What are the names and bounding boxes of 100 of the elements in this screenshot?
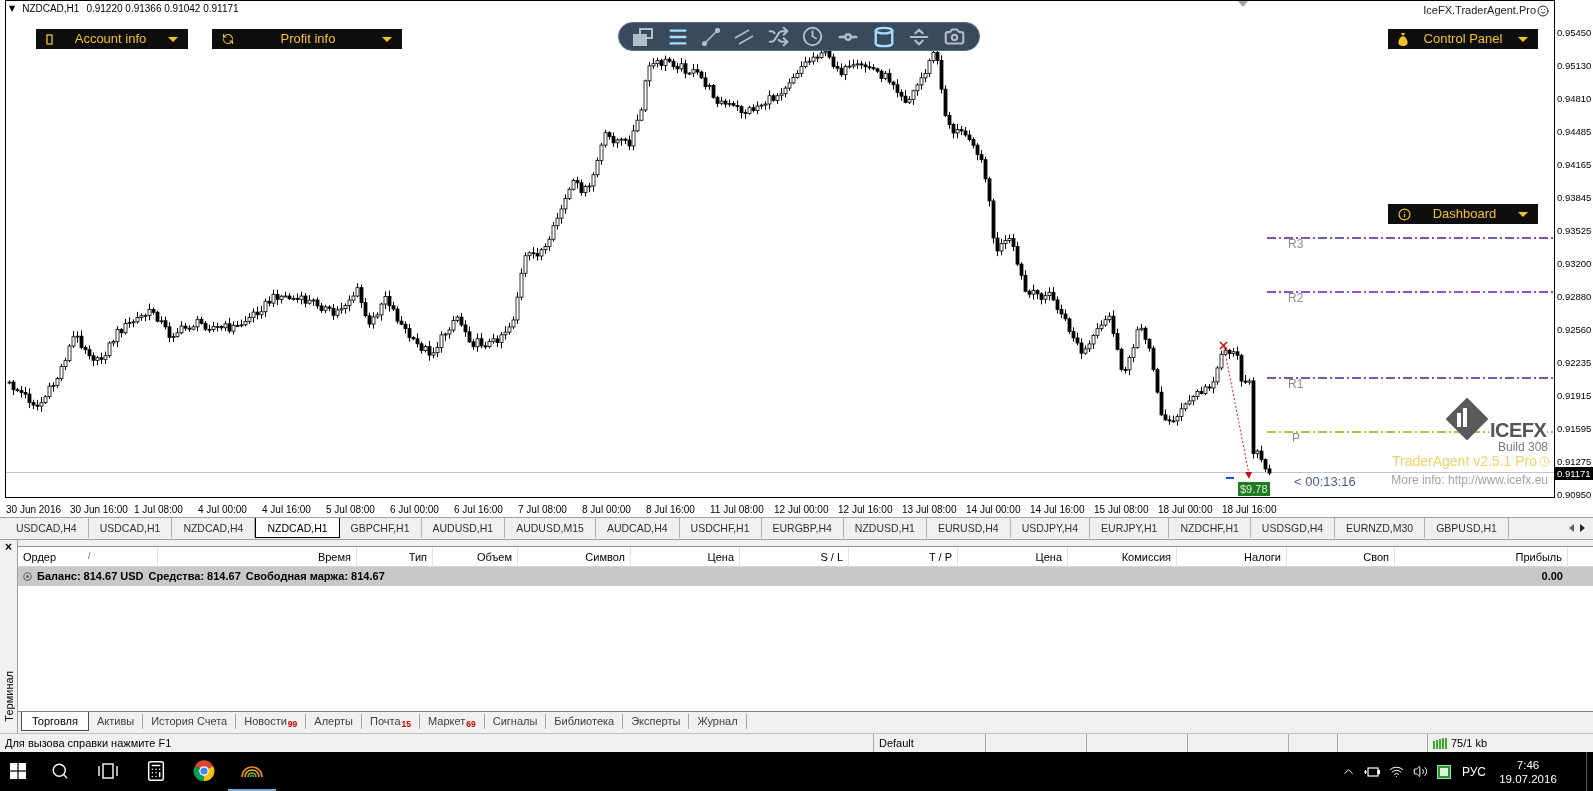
diagonal-line-icon[interactable]	[702, 27, 721, 46]
time-label: 4 Jul 16:00	[262, 504, 311, 515]
chart-symbol: NZDCAD,H1	[22, 3, 80, 15]
price-label: 0.92235	[1557, 357, 1592, 368]
camera-icon[interactable]	[943, 26, 965, 47]
wifi-icon[interactable]	[1388, 764, 1404, 779]
time-label: 7 Jul 08:00	[518, 504, 567, 515]
chart-tab[interactable]: AUDUSD,M15	[505, 518, 596, 538]
chart-tab[interactable]: USDCHF,H1	[679, 518, 762, 538]
order-marker	[1226, 477, 1234, 479]
chart-tab[interactable]: USDCAD,H4	[5, 518, 89, 538]
triangle-right-icon[interactable]	[1580, 524, 1585, 532]
chart-tab[interactable]: USDJPY,H4	[1010, 518, 1091, 538]
clock-icon[interactable]	[802, 26, 824, 47]
battery-icon[interactable]	[1364, 766, 1380, 777]
terminal-tab[interactable]: Алерты	[306, 714, 362, 729]
pivot-label: R1	[1288, 378, 1304, 391]
chart-tab[interactable]: GBPUSD,H1	[1425, 518, 1509, 538]
clock[interactable]: 7:46 19.07.2016	[1492, 757, 1564, 786]
time-label: 12 Jul 00:00	[774, 504, 829, 515]
price-label: 0.92560	[1557, 324, 1592, 335]
panel-dropdown[interactable]: Profit info	[212, 29, 402, 49]
tile-icon[interactable]	[1437, 764, 1451, 779]
terminal-tab[interactable]: Торговля	[21, 712, 89, 731]
cylinder-icon[interactable]	[872, 25, 895, 48]
panel-dropdown[interactable]: Control Panel	[1388, 29, 1538, 49]
time-label: 8 Jul 00:00	[582, 504, 631, 515]
parallel-lines-icon[interactable]	[733, 28, 754, 45]
version-text: TraderAgent v2.5.1 Pro	[1392, 454, 1537, 469]
account-summary-item: Баланс: 814.67 USD	[37, 569, 144, 585]
status-help-text: Для вызова справки нажмите F1	[5, 736, 172, 749]
more-info-text: More info: http://www.icefx.eu	[1391, 474, 1548, 487]
price-label: 0.91595	[1557, 423, 1592, 434]
chart-tab[interactable]: NZDCAD,H1	[255, 518, 340, 538]
refresh-icon	[222, 33, 234, 45]
pivot-label: R2	[1288, 292, 1304, 305]
chart-tab[interactable]: EURJPY,H1	[1090, 518, 1170, 538]
terminal-tab[interactable]: Эксперты	[623, 714, 690, 729]
task-view-icon	[98, 762, 118, 779]
info-icon	[1398, 207, 1411, 221]
volume-icon[interactable]	[1412, 764, 1428, 779]
circle-logo-icon	[193, 759, 215, 782]
chart-ohlc: 0.91220 0.91366 0.91042 0.91171	[86, 3, 239, 15]
terminal-tab[interactable]: Журнал	[689, 714, 747, 729]
money-bag-icon	[1398, 32, 1408, 46]
chart-tab[interactable]: EURNZD,M30	[1335, 518, 1426, 538]
profit-total: 0.00	[1541, 569, 1563, 585]
traffic-counter: 75/1 kb	[1451, 735, 1488, 751]
time-label: 14 Jul 16:00	[1030, 504, 1085, 515]
chart-tab[interactable]: EURGBP,H4	[761, 518, 844, 538]
price-label: 0.95130	[1557, 60, 1592, 71]
time-label: 8 Jul 16:00	[646, 504, 695, 515]
panel-title: Терминал	[2, 671, 15, 722]
language-indicator[interactable]: РУС	[1462, 762, 1486, 781]
pivot-label: R3	[1288, 238, 1304, 251]
panel-dropdown[interactable]: Dashboard	[1388, 204, 1538, 224]
price-label: 0.90950	[1557, 489, 1592, 500]
pivot-label: P	[1292, 432, 1300, 445]
profit-tag: $9.78	[1238, 482, 1270, 496]
price-label: 0.94485	[1557, 126, 1592, 137]
unread-count: 15	[401, 720, 411, 729]
panel-dropdown[interactable]: Account info	[36, 29, 188, 49]
chart-tab[interactable]: EURUSD,H4	[926, 518, 1011, 538]
stacked-windows-icon[interactable]	[633, 27, 653, 46]
price-label: 0.92880	[1557, 291, 1592, 302]
shift-marker-icon[interactable]	[1238, 1, 1248, 7]
calculator-icon	[145, 759, 167, 782]
price-label: 0.91275	[1557, 456, 1592, 467]
collapse-marker[interactable]: ▼	[9, 3, 16, 15]
triangle-left-icon[interactable]	[1569, 524, 1574, 532]
close-button[interactable]: ×	[5, 541, 12, 553]
current-price-tag: 0.91171	[1555, 467, 1593, 480]
unread-count: 69	[466, 720, 476, 729]
time-label: 13 Jul 08:00	[902, 504, 957, 515]
caret-down-icon	[1518, 36, 1528, 42]
account-summary-item: Свободная маржа: 814.67	[245, 569, 385, 585]
chart-tab[interactable]: USDSGD,H4	[1250, 518, 1336, 538]
terminal-tab[interactable]: Сигналы	[484, 714, 547, 729]
unread-count: 99	[287, 720, 298, 729]
time-label: 15 Jul 08:00	[1094, 504, 1149, 515]
price-label: 0.94810	[1557, 93, 1592, 104]
terminal-tab[interactable]: Библиотека	[546, 714, 624, 729]
caret-down-icon	[168, 36, 178, 42]
terminal-tab[interactable]: История Счета	[143, 714, 237, 729]
caret-down-icon	[1518, 211, 1528, 217]
search-icon	[51, 761, 69, 780]
rectangle-icon	[46, 33, 53, 45]
price-label: 0.94165	[1557, 159, 1592, 170]
price-label: 0.93845	[1557, 192, 1592, 203]
chart-tab[interactable]: GBPCHF,H1	[339, 518, 422, 538]
chart-tab[interactable]: AUDCAD,H4	[595, 518, 680, 538]
chart-tab[interactable]: AUDUSD,H1	[421, 518, 506, 538]
shuffle-icon[interactable]	[767, 26, 789, 47]
chart-tab[interactable]: USDCAD,H1	[88, 518, 173, 538]
chart-tab[interactable]: NZDCHF,H1	[1169, 518, 1251, 538]
balance-row[interactable]: Баланс: 814.67 USD Средства: 814.67 Свободная маржа: 814.67 0.00	[18, 567, 1593, 586]
smiley-icon	[1537, 4, 1549, 17]
terminal-tab[interactable]: Активы	[88, 714, 144, 729]
chart-tab[interactable]: NZDUSD,H1	[843, 518, 927, 538]
time-label: 11 Jul 08:00	[710, 504, 764, 515]
